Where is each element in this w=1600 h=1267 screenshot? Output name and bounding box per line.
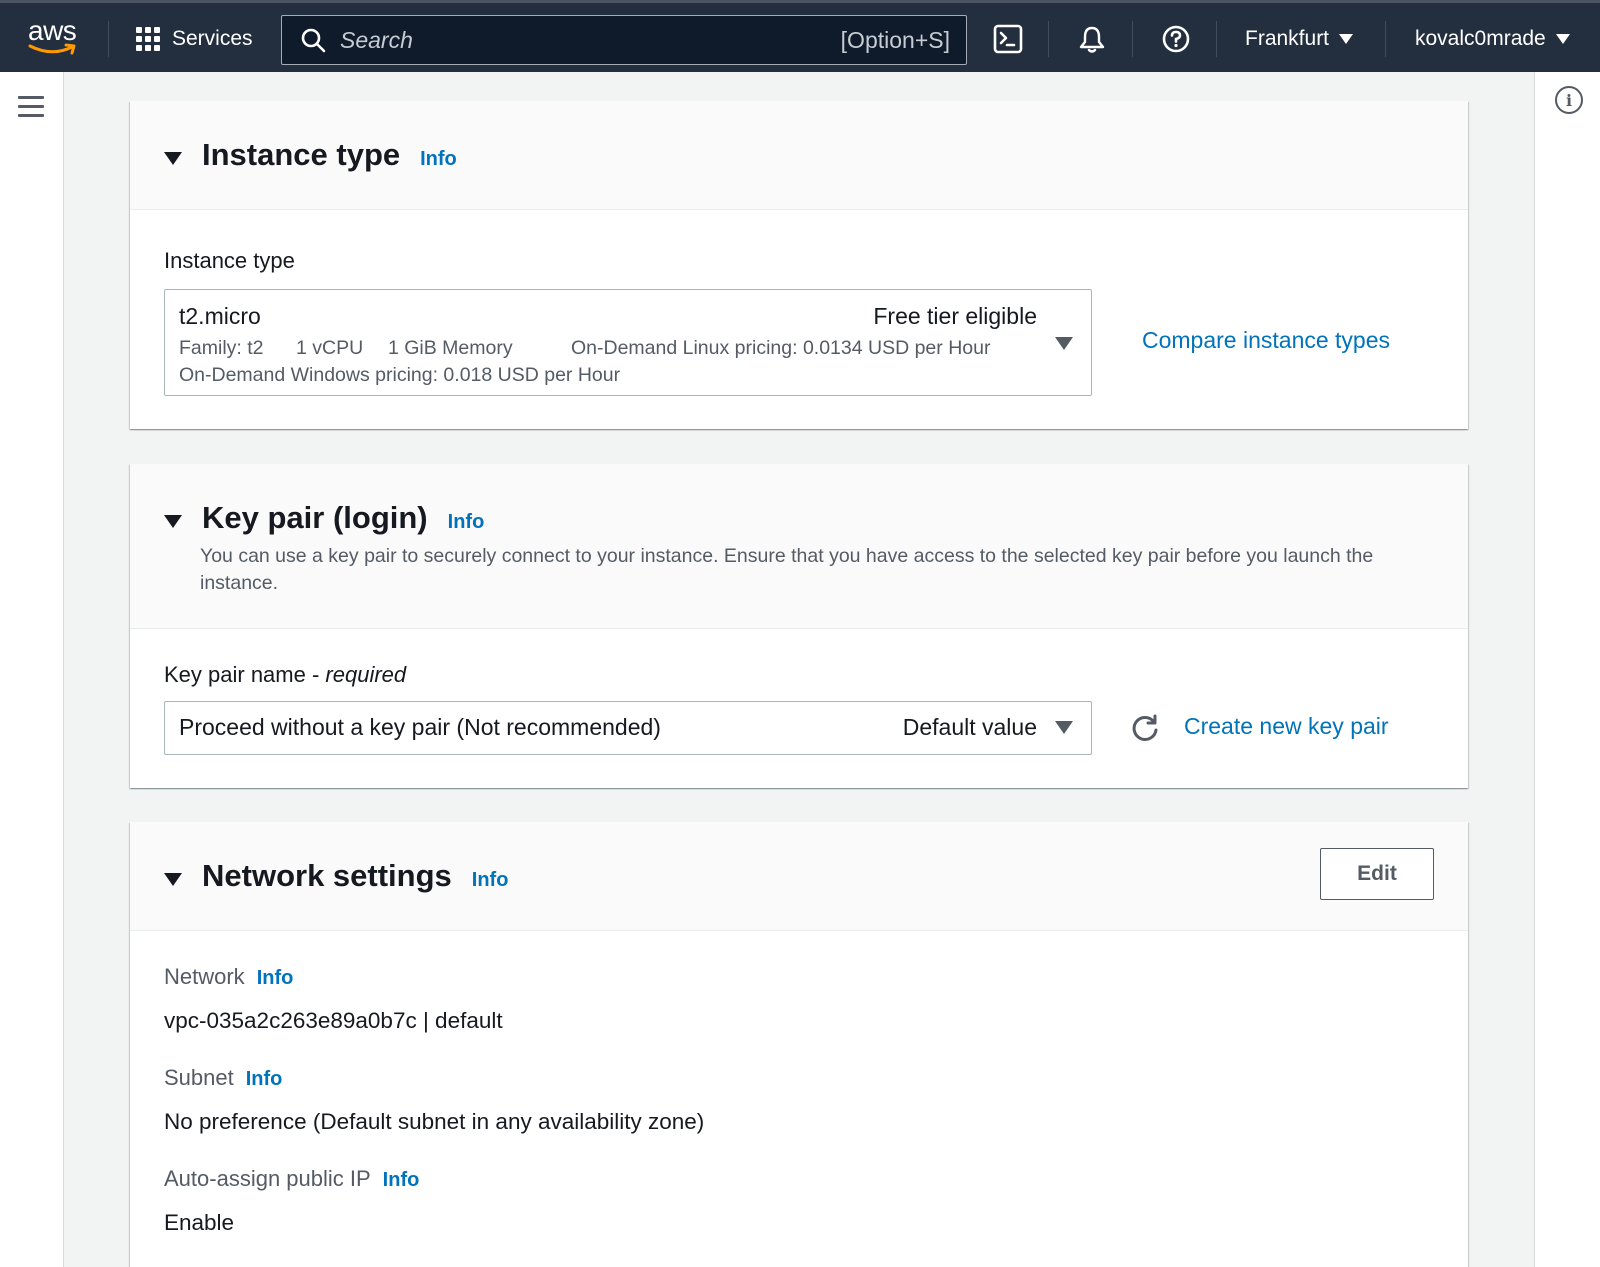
default-value-tag: Default value bbox=[902, 714, 1037, 740]
linux-pricing: On-Demand Linux pricing: 0.0134 USD per … bbox=[571, 337, 991, 359]
free-tier-badge: Free tier eligible bbox=[873, 303, 1037, 329]
nav-divider bbox=[1216, 21, 1217, 57]
network-label-row: Network Info bbox=[164, 964, 293, 990]
services-menu-button[interactable]: Services bbox=[136, 3, 253, 75]
info-link[interactable]: Info bbox=[472, 869, 509, 892]
services-label: Services bbox=[172, 27, 253, 50]
panel-title-row: Network settings Info bbox=[164, 858, 508, 894]
panel-header: Key pair (login) Info You can use a key … bbox=[130, 464, 1468, 629]
key-pair-field-label: Key pair name - required bbox=[164, 662, 406, 688]
search-icon bbox=[301, 28, 326, 53]
account-menu[interactable]: kovalc0mrade bbox=[1415, 3, 1570, 75]
nav-divider bbox=[1385, 21, 1386, 57]
panel-description: You can use a key pair to securely conne… bbox=[200, 545, 1374, 594]
windows-pricing: On-Demand Windows pricing: 0.018 USD per… bbox=[179, 364, 621, 386]
subnet-label: Subnet bbox=[164, 1065, 234, 1090]
info-link[interactable]: Info bbox=[448, 511, 485, 534]
info-link[interactable]: Info bbox=[383, 1169, 420, 1192]
network-value: vpc-035a2c263e89a0b7c | default bbox=[164, 1008, 503, 1033]
aws-logo[interactable]: aws bbox=[22, 13, 86, 61]
panel-title-row: Instance type Info bbox=[164, 137, 457, 173]
public-ip-value: Enable bbox=[164, 1210, 235, 1235]
network-settings-panel: Network settings Info Edit Network Info … bbox=[130, 822, 1468, 1267]
search-bar[interactable]: [Option+S] bbox=[281, 15, 967, 65]
public-ip-label: Auto-assign public IP bbox=[164, 1166, 371, 1191]
create-new-key-pair-link[interactable]: Create new key pair bbox=[1184, 713, 1389, 740]
bell-icon bbox=[1079, 26, 1105, 53]
services-grid-icon bbox=[136, 27, 160, 51]
region-label: Frankfurt bbox=[1245, 27, 1330, 50]
edit-button[interactable]: Edit bbox=[1320, 848, 1434, 900]
help-icon bbox=[1162, 25, 1190, 53]
search-shortcut-hint: [Option+S] bbox=[840, 27, 950, 53]
account-name: kovalc0mrade bbox=[1415, 27, 1546, 50]
panel-title-row: Key pair (login) Info bbox=[164, 500, 484, 536]
instance-type-name: t2.micro bbox=[179, 303, 261, 329]
collapse-caret-icon[interactable] bbox=[164, 515, 182, 528]
panel-header: Instance type Info bbox=[130, 101, 1468, 210]
key-pair-panel: Key pair (login) Info You can use a key … bbox=[130, 464, 1468, 788]
key-pair-selected-value: Proceed without a key pair (Not recommen… bbox=[179, 714, 661, 740]
info-link[interactable]: Info bbox=[246, 1068, 283, 1091]
panel-title: Key pair (login) bbox=[202, 500, 428, 535]
top-navigation: aws Services [Option+S] bbox=[0, 0, 1600, 72]
region-selector[interactable]: Frankfurt bbox=[1245, 3, 1354, 75]
instance-type-field-label: Instance type bbox=[164, 248, 295, 273]
panel-title: Instance type bbox=[202, 137, 401, 172]
panel-header: Network settings Info Edit bbox=[130, 822, 1468, 931]
left-side-rail bbox=[0, 72, 64, 1267]
terminal-icon bbox=[993, 24, 1023, 54]
aws-smile-icon bbox=[28, 43, 76, 55]
dropdown-caret-icon bbox=[1055, 337, 1073, 350]
cloudshell-button[interactable] bbox=[990, 21, 1026, 57]
chevron-down-icon bbox=[1555, 34, 1570, 44]
panel-title: Network settings bbox=[202, 858, 452, 893]
required-marker: required bbox=[325, 662, 407, 687]
nav-divider bbox=[1132, 21, 1133, 57]
info-panel-icon[interactable]: i bbox=[1555, 86, 1583, 114]
instance-memory: 1 GiB Memory bbox=[388, 337, 513, 359]
instance-vcpu: 1 vCPU bbox=[296, 337, 364, 359]
help-button[interactable] bbox=[1158, 21, 1194, 57]
nav-divider bbox=[1048, 21, 1049, 57]
key-pair-select[interactable]: Proceed without a key pair (Not recommen… bbox=[164, 701, 1092, 755]
instance-type-select[interactable]: t2.micro Free tier eligible Family: t2 1… bbox=[164, 289, 1092, 396]
instance-family: Family: t2 bbox=[179, 337, 264, 359]
chevron-down-icon bbox=[1339, 34, 1354, 44]
collapse-caret-icon[interactable] bbox=[164, 873, 182, 886]
info-link[interactable]: Info bbox=[257, 967, 294, 990]
key-pair-label-text: Key pair name - bbox=[164, 662, 326, 687]
dropdown-caret-icon bbox=[1055, 721, 1073, 734]
search-input[interactable] bbox=[340, 26, 810, 54]
right-side-rail: i bbox=[1534, 72, 1600, 1267]
nav-divider bbox=[108, 21, 109, 57]
notifications-button[interactable] bbox=[1074, 21, 1110, 57]
menu-icon[interactable] bbox=[18, 96, 44, 118]
subnet-label-row: Subnet Info bbox=[164, 1065, 282, 1091]
network-label: Network bbox=[164, 964, 245, 989]
public-ip-label-row: Auto-assign public IP Info bbox=[164, 1166, 419, 1192]
subnet-value: No preference (Default subnet in any ava… bbox=[164, 1109, 705, 1134]
collapse-caret-icon[interactable] bbox=[164, 152, 182, 165]
info-link[interactable]: Info bbox=[420, 148, 457, 171]
instance-type-panel: Instance type Info Instance type t2.micr… bbox=[130, 101, 1468, 429]
compare-instance-types-link[interactable]: Compare instance types bbox=[1142, 327, 1390, 354]
refresh-icon[interactable] bbox=[1129, 713, 1161, 745]
